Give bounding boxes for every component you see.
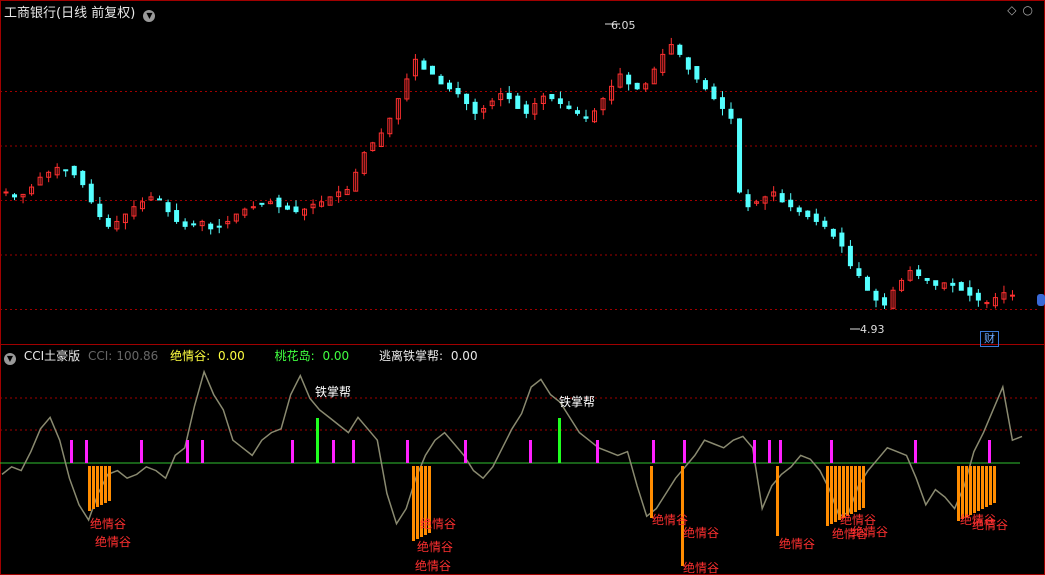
candle-body — [685, 57, 691, 70]
candle-body — [566, 105, 572, 109]
price-chart[interactable] — [0, 0, 1045, 344]
candle-body — [788, 199, 794, 208]
candle-body — [839, 232, 845, 247]
circle-icon[interactable]: ○ — [1023, 3, 1039, 17]
candle-body — [429, 65, 435, 75]
candle-body — [967, 287, 973, 296]
candle-body — [3, 191, 9, 194]
taohuadao-legend: 桃花岛: 0.00 — [274, 349, 350, 363]
candle-body — [924, 277, 930, 281]
candle-body — [523, 104, 529, 114]
candle-body — [12, 194, 18, 198]
candle-body — [574, 110, 580, 114]
candle-body — [557, 98, 563, 105]
juequgu-legend: 绝情谷: 0.00 — [170, 349, 245, 363]
candle-body — [583, 116, 589, 119]
candle-body — [455, 87, 461, 95]
candle-body — [822, 220, 828, 227]
candle-body — [293, 206, 299, 213]
chart-header: 工商银行(日线 前复权) ▼ — [4, 2, 156, 22]
candle-body — [157, 198, 163, 201]
candle-body — [438, 75, 444, 85]
candle-body — [950, 282, 956, 286]
diamond-icon[interactable]: ◇ — [1007, 3, 1022, 17]
candle-body — [711, 86, 717, 100]
candle-body — [779, 193, 785, 203]
candle-body — [191, 223, 197, 226]
candle-body — [1009, 294, 1015, 297]
candle-body — [796, 207, 802, 213]
candle-body — [447, 82, 453, 90]
candle-body — [745, 194, 751, 208]
top-right-icons: ◇○ — [1007, 3, 1039, 17]
candle-body — [856, 268, 862, 276]
panel-divider — [0, 344, 1045, 345]
candle-body — [975, 292, 981, 301]
candle-body — [165, 202, 171, 213]
candle-body — [873, 290, 879, 301]
indicator-legend: ▼ CCI土豪版 CCI: 100.86 绝情谷: 0.00 桃花岛: 0.00 … — [4, 347, 486, 365]
candle-body — [882, 297, 888, 306]
high-price-label: 6.05 — [611, 19, 636, 32]
candle-body — [830, 228, 836, 237]
candle-body — [216, 225, 222, 228]
cci-label: CCI: 100.86 — [87, 349, 159, 363]
candle-body — [208, 223, 214, 230]
candle-body — [737, 118, 743, 193]
candle-body — [958, 282, 964, 291]
candle-body — [105, 218, 111, 227]
candle-body — [702, 80, 708, 90]
candle-body — [464, 93, 470, 105]
candle-body — [626, 74, 632, 85]
chevron-down-icon[interactable]: ▼ — [143, 10, 156, 22]
candle-body — [276, 197, 282, 208]
candle-body — [916, 269, 922, 276]
candle-body — [284, 205, 290, 210]
indicator-name: CCI土豪版 — [23, 349, 81, 363]
candle-body — [80, 170, 86, 186]
candle-body — [728, 108, 734, 119]
candle-body — [506, 92, 512, 100]
taoli-legend: 逃离铁掌帮: 0.00 — [378, 349, 478, 363]
candle-body — [805, 210, 811, 218]
candle-body — [694, 66, 700, 80]
candle-body — [847, 245, 853, 267]
finance-badge[interactable]: 财 — [980, 331, 999, 347]
candle-body — [719, 97, 725, 109]
chart-title: 工商银行(日线 前复权) — [4, 6, 136, 21]
candle-body — [472, 101, 478, 114]
candle-body — [549, 94, 555, 100]
candle-body — [864, 276, 870, 291]
candle-body — [71, 165, 77, 176]
candle-body — [182, 221, 188, 227]
low-price-label: 4.93 — [860, 323, 885, 336]
candle-body — [933, 280, 939, 286]
candle-body — [174, 210, 180, 222]
candle-body — [259, 202, 265, 205]
candle-body — [88, 183, 94, 203]
candle-body — [515, 95, 521, 109]
candle-body — [813, 213, 819, 222]
chevron-down-icon[interactable]: ▼ — [4, 353, 16, 365]
scroll-handle[interactable] — [1037, 294, 1045, 306]
candle-body — [97, 203, 103, 218]
candle-body — [63, 169, 69, 172]
candle-body — [677, 44, 683, 55]
candle-body — [421, 60, 427, 70]
candle-body — [634, 82, 640, 90]
